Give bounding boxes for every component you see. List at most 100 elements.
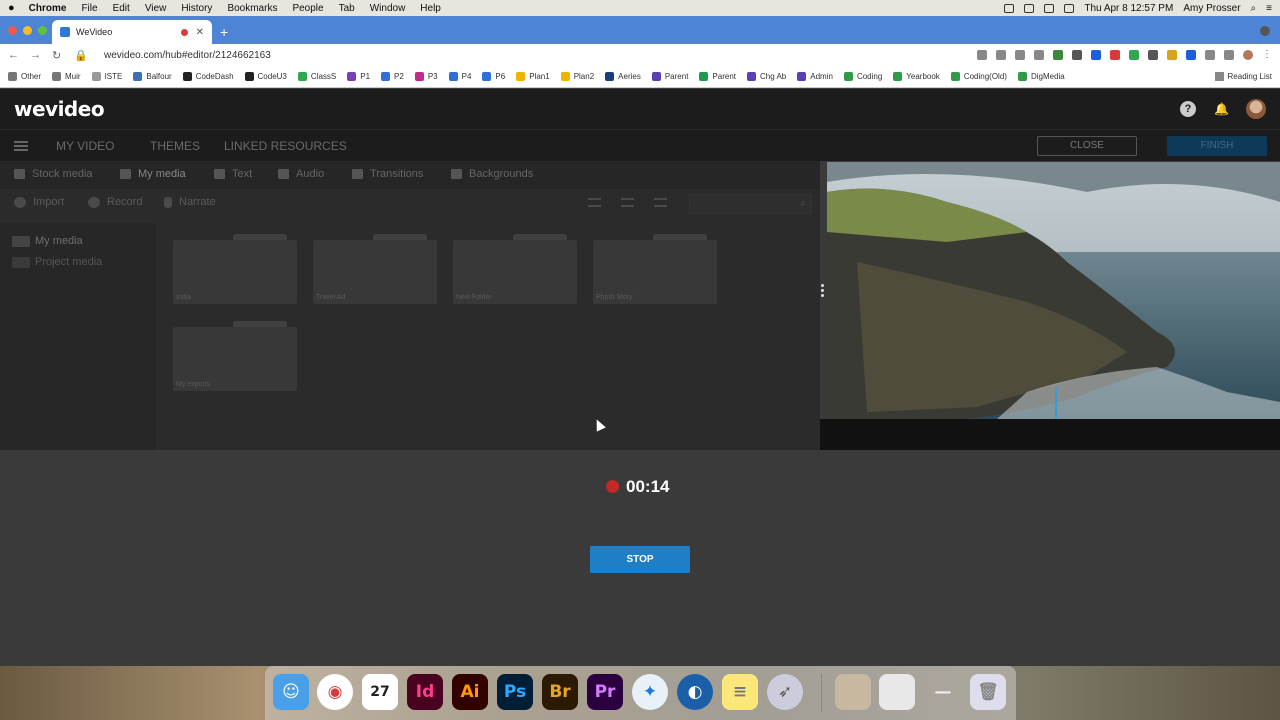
extension-list-icon[interactable] [1205, 50, 1215, 60]
extension-color-icon[interactable] [1167, 50, 1177, 60]
apple-icon[interactable]: ● [8, 2, 15, 14]
finish-button[interactable]: FINISH [1167, 136, 1267, 156]
bookmark-item[interactable]: ClassS [297, 72, 336, 81]
profile-avatar-icon[interactable] [1243, 50, 1253, 60]
filter-icon[interactable] [621, 198, 634, 207]
indesign-icon[interactable]: Id [407, 674, 443, 710]
calendar-icon[interactable]: 27 [362, 674, 398, 710]
bookmark-item[interactable]: CodeDash [182, 72, 234, 81]
menu-view[interactable]: View [145, 3, 167, 14]
close-button[interactable]: CLOSE [1037, 136, 1137, 156]
bell-icon[interactable]: 🔔 [1214, 102, 1229, 116]
tab-backgrounds[interactable]: Backgrounds [451, 168, 533, 180]
reload-icon[interactable]: ↻ [52, 49, 66, 62]
extension-red-icon[interactable] [1110, 50, 1120, 60]
bookmark-item[interactable]: Yearbook [893, 72, 940, 81]
notes-icon[interactable]: ≡ [722, 674, 758, 710]
bookmark-item[interactable]: P6 [482, 72, 505, 81]
tab-stock-media[interactable]: Stock media [14, 168, 93, 180]
spotlight-icon[interactable]: ⌕ [1251, 3, 1257, 14]
tab-transitions[interactable]: Transitions [352, 168, 423, 180]
video-preview[interactable] [827, 162, 1280, 419]
control-center-icon[interactable]: ≡ [1266, 3, 1272, 14]
extension-icon[interactable] [1024, 3, 1035, 13]
bookmark-item[interactable]: Plan2 [560, 72, 594, 81]
menu-file[interactable]: File [81, 3, 97, 14]
stop-button[interactable]: STOP [590, 546, 690, 573]
minimize-window-icon[interactable] [23, 26, 32, 35]
extension-blue-icon[interactable] [1186, 50, 1196, 60]
bookmark-item[interactable]: DigMedia [1017, 72, 1065, 81]
bookmark-item[interactable]: Plan1 [516, 72, 550, 81]
more-menu-icon[interactable]: ⋮ [1262, 50, 1272, 60]
hamburger-menu-icon[interactable] [14, 141, 28, 151]
safari-icon[interactable]: ✦ [632, 674, 668, 710]
tab-my-media[interactable]: My media [120, 168, 186, 180]
bookmark-item[interactable]: Coding(Old) [950, 72, 1007, 81]
menubar-user[interactable]: Amy Prosser [1183, 3, 1240, 14]
bookmark-item[interactable]: Parent [651, 72, 688, 81]
import-button[interactable]: Import [14, 196, 64, 208]
nav-themes[interactable]: THEMES [150, 139, 200, 153]
recent-photo-icon[interactable] [835, 674, 871, 710]
chrome-icon[interactable]: ◉ [317, 674, 353, 710]
menu-bookmarks[interactable]: Bookmarks [227, 3, 277, 14]
bookmark-item[interactable]: Chg Ab [747, 72, 786, 81]
zoom-icon[interactable] [1015, 50, 1025, 60]
puzzle-icon[interactable] [1224, 50, 1234, 60]
install-icon[interactable] [996, 50, 1006, 60]
bookmark-item[interactable]: ISTE [91, 72, 122, 81]
menu-history[interactable]: History [181, 3, 212, 14]
bridge-icon[interactable]: Br [542, 674, 578, 710]
menu-people[interactable]: People [292, 3, 323, 14]
lock-icon[interactable]: 🔒 [74, 49, 88, 62]
bookmark-item[interactable]: P3 [414, 72, 438, 81]
bookmark-item[interactable]: CodeU3 [244, 72, 287, 81]
url-field[interactable]: wevideo.com/hub#editor/2124662163 [104, 50, 271, 61]
wevideo-logo[interactable]: wevideo [14, 97, 105, 121]
nav-linked-resources[interactable]: LINKED RESOURCES [224, 139, 347, 153]
narrate-button[interactable]: Narrate [164, 196, 216, 208]
maximize-window-icon[interactable] [38, 26, 47, 35]
photoshop-icon[interactable]: Ps [497, 674, 533, 710]
bookmark-item[interactable]: Muir [52, 72, 81, 81]
bookmark-item[interactable]: Aeries [605, 72, 641, 81]
bookmark-item[interactable]: Other [8, 72, 41, 81]
back-icon[interactable]: ← [8, 49, 22, 61]
folder-new-folder[interactable]: New Folder [453, 234, 577, 304]
close-tab-icon[interactable]: ✕ [196, 27, 204, 38]
bookmark-item[interactable]: Admin [797, 72, 833, 81]
microphone-icon[interactable] [1004, 3, 1015, 13]
menu-edit[interactable]: Edit [113, 3, 130, 14]
folder-travel-ad[interactable]: Travel Ad [313, 234, 437, 304]
sort-icon[interactable] [654, 198, 667, 207]
screencast-icon[interactable]: ◐ [677, 674, 713, 710]
recent-window-icon[interactable] [879, 674, 915, 710]
bookmark-item[interactable]: P1 [347, 72, 370, 81]
menu-tab[interactable]: Tab [339, 3, 355, 14]
sidebar-item-project-media[interactable]: Project media [12, 256, 102, 268]
tab-audio[interactable]: Audio [278, 168, 324, 180]
premiere-icon[interactable]: Pr [587, 674, 623, 710]
help-icon[interactable]: ? [1180, 101, 1196, 117]
list-view-icon[interactable] [588, 198, 601, 207]
panel-resize-handle[interactable] [821, 284, 824, 298]
folder-my-exports[interactable]: My exports [173, 321, 297, 391]
tab-text[interactable]: Text [214, 168, 252, 180]
finder-icon[interactable]: ☺ [273, 674, 309, 710]
bookmark-item[interactable]: Coding [843, 72, 882, 81]
menubar-datetime[interactable]: Thu Apr 8 12:57 PM [1084, 3, 1173, 14]
nav-my-video[interactable]: MY VIDEO [56, 139, 114, 153]
menu-window[interactable]: Window [370, 3, 406, 14]
new-tab-icon[interactable]: + [220, 24, 228, 40]
reading-list[interactable]: Reading List [1214, 72, 1272, 81]
extension-v-icon[interactable] [1091, 50, 1101, 60]
recent-app-icon[interactable]: — [925, 674, 961, 710]
star-icon[interactable] [1034, 50, 1044, 60]
tab-search-icon[interactable] [1260, 26, 1270, 36]
extension-x-icon[interactable] [1072, 50, 1082, 60]
bookmark-item[interactable]: P2 [381, 72, 404, 81]
illustrator-icon[interactable]: Ai [452, 674, 488, 710]
close-window-icon[interactable] [8, 26, 17, 35]
folder-india[interactable]: India [173, 234, 297, 304]
